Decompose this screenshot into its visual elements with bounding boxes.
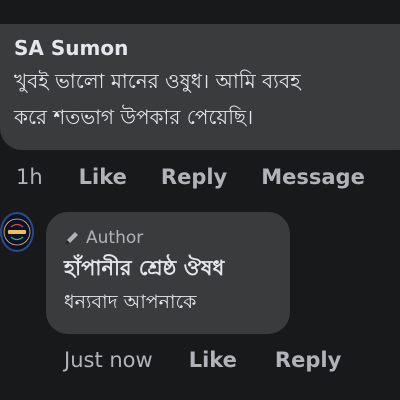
reply-timestamp[interactable]: Just now <box>64 348 153 372</box>
reply-reply-button[interactable]: Reply <box>275 348 341 372</box>
reply-like-button[interactable]: Like <box>189 348 237 372</box>
reply-bubble: Author হাঁপানীর শ্রেষ্ঠ ঔষধ ধন্যবাদ আপনা… <box>46 212 290 334</box>
comment-author-name[interactable]: SA Sumon <box>14 34 400 62</box>
comment-bubble: SA Sumon খুবই ভালো মানের ওষুধ। আমি ব্যবহ… <box>0 24 400 150</box>
comment-text-line-1: খুবই ভালো মানের ওষুধ। আমি ব্যবহ <box>14 69 301 93</box>
reply-text: ধন্যবাদ আপনাকে <box>64 291 197 313</box>
comment-timestamp[interactable]: 1h <box>16 165 43 189</box>
reply-author-name[interactable]: হাঁপানীর শ্রেষ্ঠ ঔষধ <box>64 251 290 285</box>
author-badge: Author <box>64 226 290 250</box>
pencil-icon <box>66 232 78 244</box>
comment-text-line-2: করে শতভাগ উপকার পেয়েছি। <box>14 105 254 129</box>
author-badge-label: Author <box>86 228 144 248</box>
reply-actions: Just now Like Reply <box>64 344 379 376</box>
page-avatar[interactable] <box>0 212 34 252</box>
comment-like-button[interactable]: Like <box>79 165 127 189</box>
comment-reply-button[interactable]: Reply <box>161 165 227 189</box>
comment-message-button[interactable]: Message <box>261 165 365 189</box>
comment-actions: 1h Like Reply Message H <box>16 162 400 192</box>
page-logo-icon <box>3 218 31 246</box>
